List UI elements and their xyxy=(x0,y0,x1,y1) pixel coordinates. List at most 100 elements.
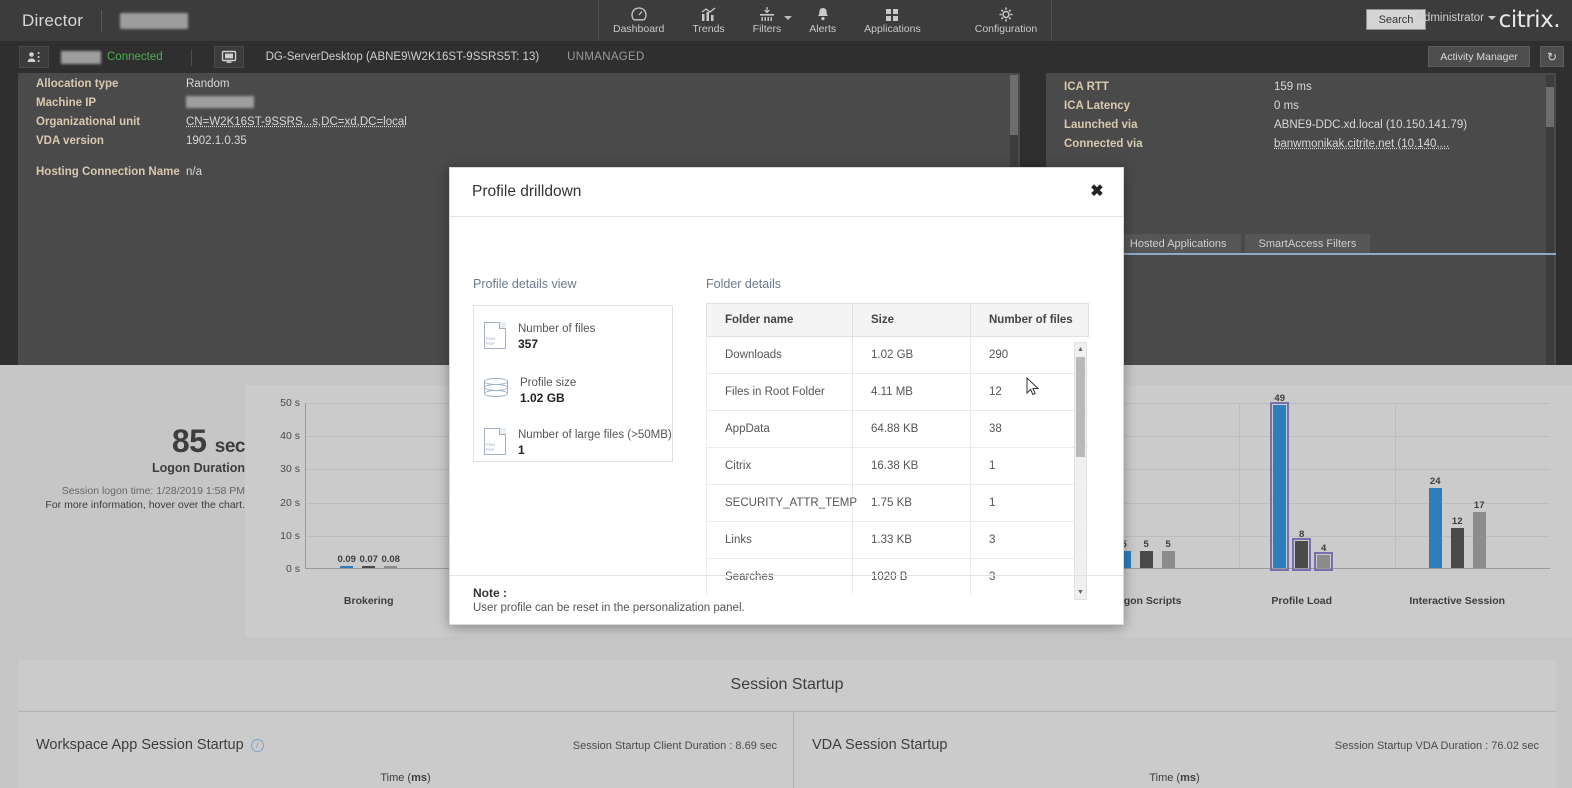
detail-row: Organizational unit CN=W2K16ST-9SSRS...s… xyxy=(18,113,1020,132)
session-startup-vda-duration: Session Startup VDA Duration : 76.02 sec xyxy=(1335,740,1539,752)
nav-item-dashboard-label: Dashboard xyxy=(613,24,664,35)
folder-name-cell: SECURITY_ATTR_TEMP xyxy=(707,485,853,522)
connected-via-link[interactable]: banwmonikak.citrite.net (10.140.... xyxy=(1274,138,1449,150)
nav-item-alerts[interactable]: Alerts xyxy=(795,0,850,41)
size-cell: 64.88 KB xyxy=(853,411,971,448)
logon-duration-unit: sec xyxy=(215,436,245,457)
table-header-row: Folder name Size Number of files xyxy=(707,304,1089,337)
profile-stat-label: Number of large files (>50MB) xyxy=(518,428,672,443)
table-row[interactable]: AppData64.88 KB38 xyxy=(707,411,1089,448)
detail-key: Machine IP xyxy=(36,94,186,113)
bar-value-label: 5 xyxy=(1166,539,1171,550)
folder-name-cell: Files in Root Folder xyxy=(707,374,853,411)
chart-bar[interactable] xyxy=(1273,405,1286,568)
folder-name-cell: Downloads xyxy=(707,337,853,374)
profile-stat-label: Number of files xyxy=(518,322,595,337)
chart-bar[interactable] xyxy=(1451,528,1464,568)
file-count-cell: 1 xyxy=(971,485,1089,522)
table-row[interactable]: Links1.33 KB3 xyxy=(707,522,1089,559)
panel-scrollbar[interactable] xyxy=(1546,75,1554,367)
size-cell: 4.11 MB xyxy=(853,374,971,411)
bar-value-label: 12 xyxy=(1452,516,1463,527)
column-header-folder-name[interactable]: Folder name xyxy=(707,304,853,337)
scrollbar-thumb[interactable] xyxy=(1010,75,1018,135)
detail-key: VDA version xyxy=(36,132,186,151)
user-card-icon[interactable] xyxy=(19,46,49,68)
close-icon[interactable]: ✖ xyxy=(1085,179,1109,203)
nav-item-applications[interactable]: Applications xyxy=(850,0,935,41)
nav-item-dashboard[interactable]: Dashboard xyxy=(599,0,678,41)
logon-duration-value-row: 85 sec xyxy=(30,423,245,460)
detail-key: ICA Latency xyxy=(1064,97,1274,116)
nav-item-configuration-label: Configuration xyxy=(975,24,1037,35)
chart-bar[interactable] xyxy=(1162,551,1175,568)
nav-item-configuration[interactable]: Configuration xyxy=(961,0,1051,41)
mouse-cursor xyxy=(1026,377,1040,397)
folder-name-cell: AppData xyxy=(707,411,853,448)
chart-bar[interactable] xyxy=(362,566,375,568)
table-body-scroll-viewport[interactable]: Downloads1.02 GB290Files in Root Folder4… xyxy=(706,337,1088,595)
table-scrollbar[interactable]: ▲ ▼ xyxy=(1074,342,1087,600)
chart-bar[interactable] xyxy=(1295,541,1308,568)
table-row[interactable]: SECURITY_ATTR_TEMP1.75 KB1 xyxy=(707,485,1089,522)
refresh-icon[interactable]: ↻ xyxy=(1540,46,1564,67)
nav-item-filters[interactable]: Filters xyxy=(739,0,796,41)
tab-smartaccess-filters[interactable]: SmartAccess Filters xyxy=(1245,234,1371,254)
chart-bar[interactable] xyxy=(1317,555,1330,568)
profile-stat-value: 1 xyxy=(518,443,672,458)
bar-value-label: 0.07 xyxy=(359,554,378,565)
profile-stat-label: Profile size xyxy=(520,376,576,391)
profile-stat-value: 1.02 GB xyxy=(520,391,576,406)
chart-bar[interactable] xyxy=(340,566,353,568)
modal-title: Profile drilldown xyxy=(472,183,581,201)
chart-bar[interactable] xyxy=(1140,551,1153,568)
session-startup-body: Workspace App Session Startupi Session S… xyxy=(18,711,1556,788)
detail-key: Allocation type xyxy=(36,75,186,94)
citrix-logo-dot: . xyxy=(1553,7,1560,33)
table-row[interactable]: Downloads1.02 GB290 xyxy=(707,337,1089,374)
bar-value-label: 17 xyxy=(1474,500,1485,511)
chart-bar[interactable] xyxy=(384,566,397,568)
info-icon[interactable]: i xyxy=(251,739,264,752)
nav-item-trends[interactable]: Trends xyxy=(678,0,738,41)
profile-stat-value: 357 xyxy=(518,337,595,352)
scrollbar-thumb[interactable] xyxy=(1076,357,1085,457)
vda-time-axis-unit: ms xyxy=(1180,772,1196,784)
x-axis-category-label: Interactive Session xyxy=(1409,595,1505,607)
y-axis-tick: 0 s xyxy=(286,563,300,575)
chart-bar[interactable] xyxy=(1473,512,1486,568)
modal-body: Profile details view Folder details PNGP… xyxy=(450,217,1123,577)
session-context-bar: Connected DG-ServerDesktop (ABNE9\W2K16S… xyxy=(0,41,1572,73)
workspace-time-axis-label: Time (ms) xyxy=(18,772,793,784)
activity-manager-button[interactable]: Activity Manager xyxy=(1428,46,1530,67)
table-row[interactable]: Citrix16.38 KB1 xyxy=(707,448,1089,485)
vda-session-startup-title: VDA Session Startup xyxy=(812,737,947,753)
profile-details-view-label: Profile details view xyxy=(473,277,577,291)
file-png-pdf-icon: PNGPDF xyxy=(484,322,506,349)
column-header-number-of-files[interactable]: Number of files xyxy=(971,304,1089,337)
alerts-bell-icon xyxy=(814,6,832,23)
logon-duration-title: Logon Duration xyxy=(30,461,245,475)
logon-chart-hint: For more information, hover over the cha… xyxy=(30,498,245,512)
vda-session-startup-column: VDA Session Startup Session Startup VDA … xyxy=(794,712,1555,788)
scroll-up-icon[interactable]: ▲ xyxy=(1075,343,1086,356)
profile-stat-profile-size: Profile size 1.02 GB xyxy=(484,376,576,406)
monitor-icon[interactable] xyxy=(214,46,244,68)
vertical-gridline xyxy=(1395,403,1396,568)
y-axis-tick: 20 s xyxy=(280,497,300,509)
file-png-pdf-icon: PNGPDF xyxy=(484,428,506,455)
bar-value-label: 5 xyxy=(1144,539,1149,550)
brand-divider xyxy=(101,10,102,32)
modal-header: Profile drilldown ✖ xyxy=(450,168,1123,217)
workspace-app-session-startup-title: Workspace App Session Startupi xyxy=(36,737,264,753)
top-navigation-bar: Director Dashboard Trends Filters xyxy=(0,0,1572,41)
file-count-cell: 1 xyxy=(971,448,1089,485)
chart-bar[interactable] xyxy=(1429,488,1442,568)
scrollbar-thumb[interactable] xyxy=(1546,87,1554,127)
column-header-size[interactable]: Size xyxy=(853,304,971,337)
nav-item-applications-label: Applications xyxy=(864,24,921,35)
administrator-menu[interactable]: Administrator xyxy=(1416,12,1496,24)
tab-hosted-applications[interactable]: Hosted Applications xyxy=(1116,234,1241,254)
nav-item-alerts-label: Alerts xyxy=(809,24,836,35)
organizational-unit-link[interactable]: CN=W2K16ST-9SSRS...s,DC=xd,DC=local xyxy=(186,116,407,128)
